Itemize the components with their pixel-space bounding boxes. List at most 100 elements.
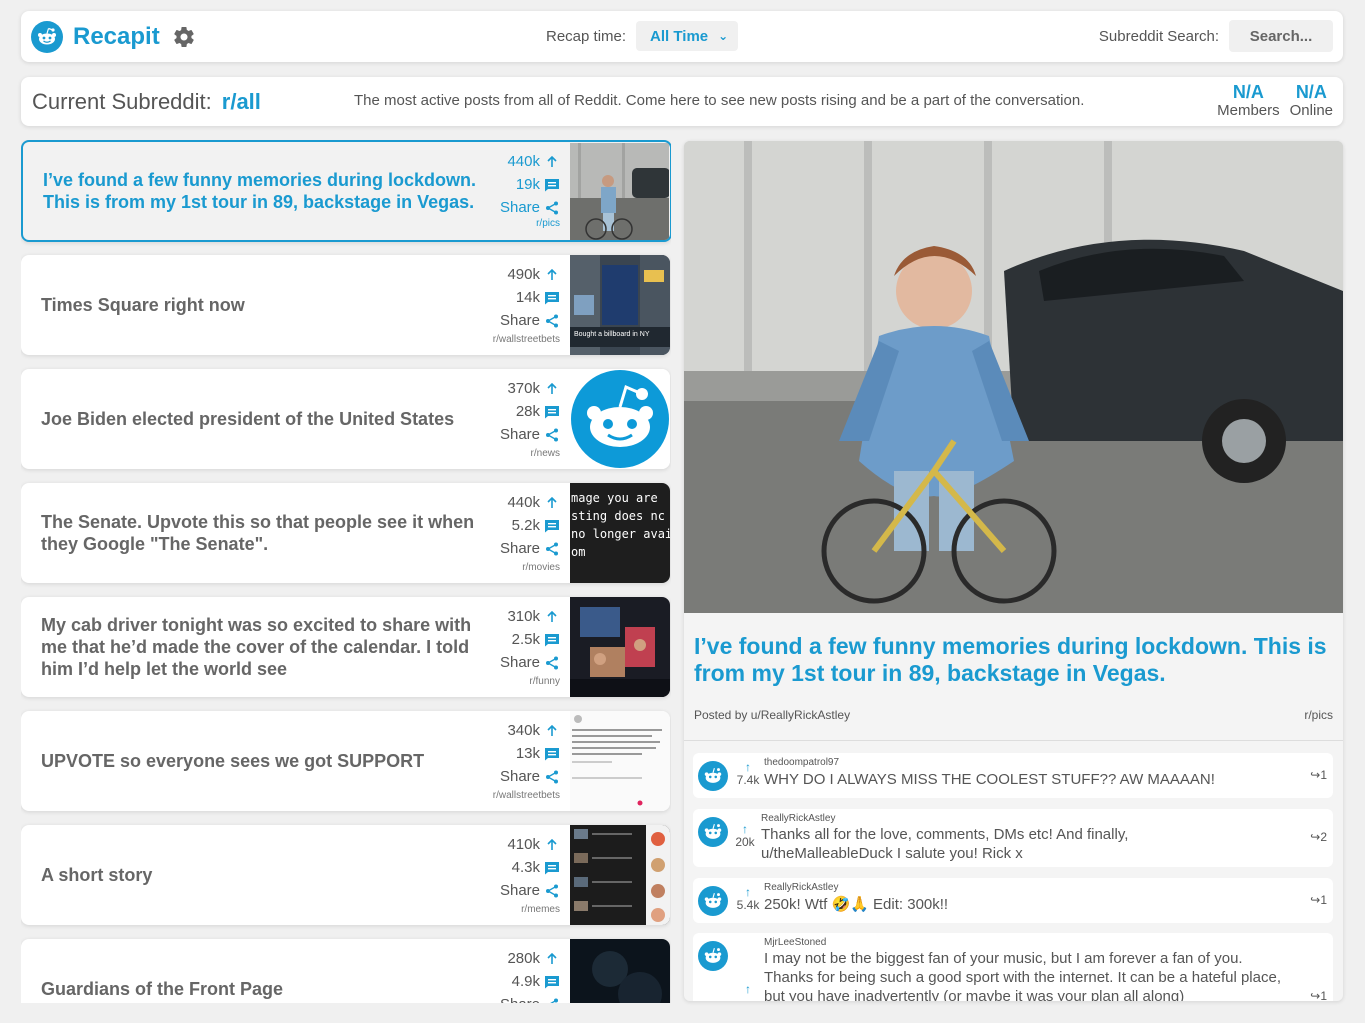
comment-icon[interactable]: [544, 633, 560, 647]
comment-replies[interactable]: ↪ 1: [1310, 989, 1327, 1001]
share-label[interactable]: Share: [500, 879, 540, 902]
reply-arrow-icon: ↪: [1310, 989, 1321, 1001]
upvote-arrow-icon[interactable]: ↑: [733, 761, 763, 773]
app-title[interactable]: Recapit: [73, 23, 160, 51]
comment-author[interactable]: ReallyRickAstley: [761, 813, 835, 824]
search-input[interactable]: [1229, 20, 1333, 52]
reddit-avatar-icon: [698, 941, 728, 971]
comment-replies[interactable]: ↪ 1: [1310, 768, 1327, 782]
share-label[interactable]: Share: [500, 993, 540, 1003]
share-label[interactable]: Share: [500, 765, 540, 788]
post-list[interactable]: I’ve found a few funny memories during l…: [21, 140, 671, 1003]
post-thumbnail[interactable]: [570, 939, 670, 1003]
comment[interactable]: ↑ 20k ReallyRickAstley Thanks all for the…: [693, 809, 1333, 867]
upvote-arrow-icon[interactable]: [544, 382, 560, 395]
reply-count: 1: [1320, 989, 1327, 1001]
share-label[interactable]: Share: [500, 196, 540, 219]
recap-time-label: Recap time:: [546, 27, 627, 45]
comment-vote: ↑ 5.4k: [733, 886, 763, 912]
share-icon[interactable]: [544, 656, 560, 670]
post-subreddit[interactable]: r/wallstreetbets: [493, 334, 560, 345]
upvote-arrow-icon[interactable]: [544, 268, 560, 281]
comment[interactable]: ↑ 7.4k thedoompatrol97 WHY DO I ALWAYS MI…: [693, 753, 1333, 798]
post-subreddit[interactable]: r/pics: [536, 218, 560, 229]
upvote-arrow-icon[interactable]: [544, 496, 560, 509]
recap-time-select[interactable]: All Time ⌄: [636, 21, 739, 51]
post-subreddit[interactable]: r/movies: [522, 562, 560, 573]
comment-icon[interactable]: [544, 519, 560, 533]
comment-icon[interactable]: [544, 178, 560, 192]
share-icon[interactable]: [544, 770, 560, 784]
reddit-logo-icon[interactable]: [31, 20, 63, 53]
comment-replies[interactable]: ↪ 1: [1310, 893, 1327, 907]
post-detail-author[interactable]: Posted by u/ReallyRickAstley: [694, 708, 850, 722]
share-label[interactable]: Share: [500, 537, 540, 560]
members-stat: N/A Members: [1217, 82, 1280, 120]
post-card[interactable]: Joe Biden elected president of the Unite…: [21, 369, 670, 469]
post-card[interactable]: My cab driver tonight was so excited to …: [21, 597, 670, 697]
upvote-arrow-icon[interactable]: ↑: [733, 886, 763, 898]
post-subreddit[interactable]: r/wallstreetbets: [493, 790, 560, 801]
upvote-arrow-icon[interactable]: ↑: [733, 983, 763, 995]
post-thumbnail[interactable]: [570, 143, 669, 240]
comment-vote: ↑ 7.4k: [733, 761, 763, 787]
post-subreddit[interactable]: r/memes: [521, 904, 560, 915]
share-icon[interactable]: [544, 998, 560, 1003]
share-label[interactable]: Share: [500, 423, 540, 446]
share-icon[interactable]: [544, 314, 560, 328]
upvote-arrow-icon[interactable]: [544, 952, 560, 965]
upvote-arrow-icon[interactable]: [544, 610, 560, 623]
post-thumbnail[interactable]: [570, 369, 670, 469]
comment-icon[interactable]: [544, 975, 560, 989]
share-icon[interactable]: [544, 884, 560, 898]
gear-icon[interactable]: [172, 25, 196, 49]
post-subreddit[interactable]: r/funny: [529, 676, 560, 687]
comment[interactable]: ↑ MjrLeeStoned I may not be the biggest …: [693, 933, 1333, 1001]
post-detail-subreddit[interactable]: r/pics: [1304, 708, 1333, 722]
comment-icon[interactable]: [544, 405, 560, 419]
post-thumbnail[interactable]: [570, 825, 670, 925]
post-card[interactable]: I’ve found a few funny memories during l…: [21, 140, 671, 242]
divider: [684, 740, 1343, 741]
post-card[interactable]: UPVOTE so everyone sees we got SUPPORT 3…: [21, 711, 670, 811]
upvote-arrow-icon[interactable]: ↑: [730, 823, 760, 835]
upvote-arrow-icon[interactable]: [544, 724, 560, 737]
upvote-count: 440k: [507, 153, 540, 170]
post-card[interactable]: Times Square right now 490k 14k Share r/…: [21, 255, 670, 355]
comment-author[interactable]: ReallyRickAstley: [764, 882, 838, 893]
comment-replies[interactable]: ↪ 2: [1310, 830, 1327, 844]
post-thumbnail[interactable]: [570, 597, 670, 697]
share-icon[interactable]: [544, 201, 560, 215]
post-detail-panel: I’ve found a few funny memories during l…: [684, 141, 1343, 1001]
subreddit-stats: N/A Members N/A Online: [1217, 82, 1333, 120]
comment-author[interactable]: MjrLeeStoned: [764, 937, 826, 948]
post-card[interactable]: Guardians of the Front Page 280k 4.9k Sh…: [21, 939, 670, 1003]
post-card[interactable]: A short story 410k 4.3k Share r/memes: [21, 825, 670, 925]
share-icon[interactable]: [544, 542, 560, 556]
post-thumbnail[interactable]: Bought a billboard in NY: [570, 255, 670, 355]
subreddit-search: Subreddit Search:: [1099, 20, 1333, 52]
comment-score: 20k: [735, 835, 755, 849]
post-thumbnail[interactable]: mage you are sting does nc no longer ava…: [570, 483, 670, 583]
comment[interactable]: ↑ 5.4k ReallyRickAstley 250k! Wtf 🤣🙏 Edit…: [693, 878, 1333, 923]
app-header: Recapit Recap time: All Time ⌄ Subreddit…: [21, 11, 1343, 62]
upvote-arrow-icon[interactable]: [544, 155, 560, 168]
comment-icon[interactable]: [544, 861, 560, 875]
share-label[interactable]: Share: [500, 309, 540, 332]
share-label[interactable]: Share: [500, 651, 540, 674]
online-value: N/A: [1295, 82, 1327, 102]
comment-icon[interactable]: [544, 291, 560, 305]
members-value: N/A: [1232, 82, 1264, 102]
post-thumbnail[interactable]: [570, 711, 670, 811]
post-card[interactable]: The Senate. Upvote this so that people s…: [21, 483, 670, 583]
post-stats: 490k 14k Share: [500, 263, 560, 332]
post-subreddit[interactable]: r/news: [531, 448, 560, 459]
post-title: The Senate. Upvote this so that people s…: [41, 512, 475, 554]
comment-count: 2.5k: [511, 631, 540, 648]
upvote-arrow-icon[interactable]: [544, 838, 560, 851]
comment-author[interactable]: thedoompatrol97: [764, 757, 839, 768]
reply-arrow-icon: ↪: [1310, 830, 1321, 844]
comment-icon[interactable]: [544, 747, 560, 761]
share-icon[interactable]: [544, 428, 560, 442]
post-detail-image[interactable]: [684, 141, 1343, 613]
